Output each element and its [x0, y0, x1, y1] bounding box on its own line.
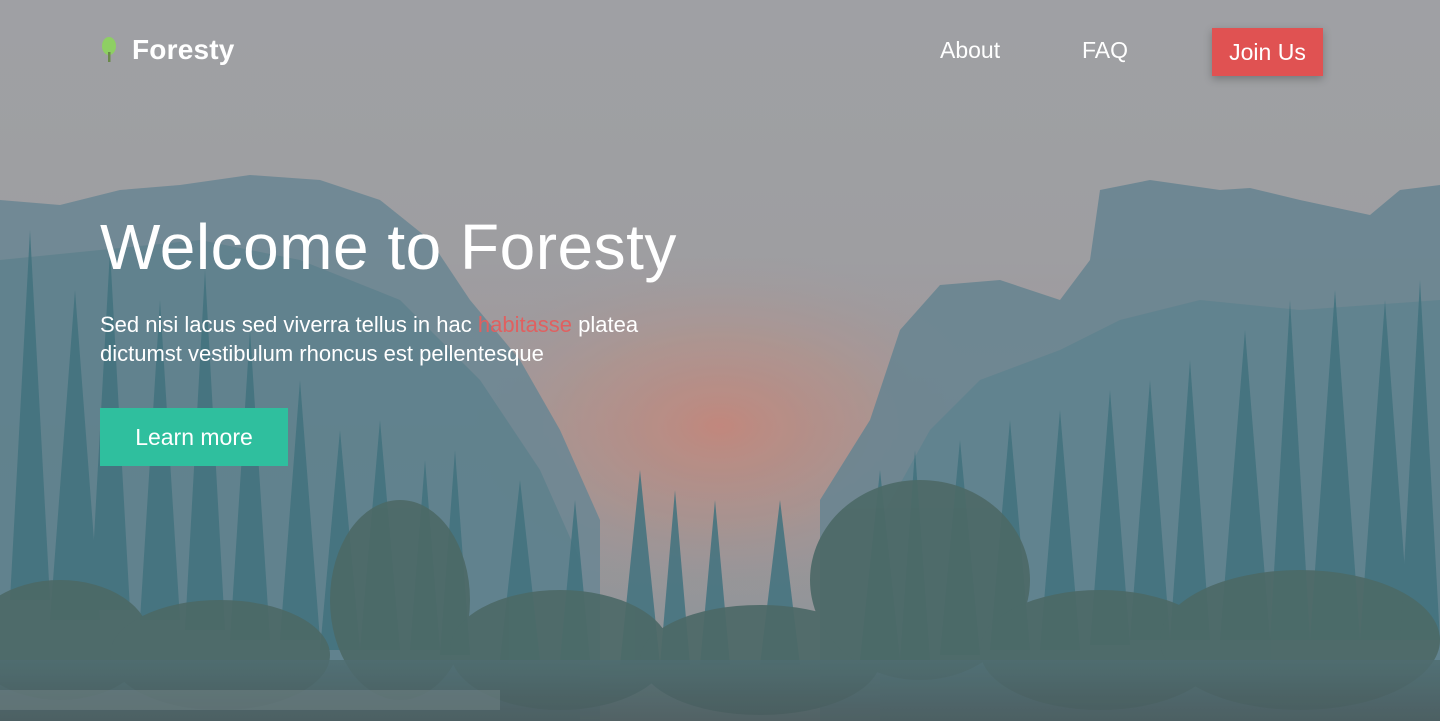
brand-logo[interactable]: Foresty [100, 34, 235, 66]
tree-icon [102, 37, 116, 62]
join-us-button[interactable]: Join Us [1212, 28, 1323, 76]
hero-subtitle-start: Sed nisi lacus sed viverra tellus in hac [100, 312, 478, 337]
learn-more-button[interactable]: Learn more [100, 408, 288, 466]
brand-name: Foresty [132, 34, 235, 65]
hero-title: Welcome to Foresty [100, 211, 677, 283]
hero-subtitle-highlight: habitasse [477, 312, 573, 337]
nav-link-faq[interactable]: FAQ [1082, 37, 1128, 64]
hero-subtitle: Sed nisi lacus sed viverra tellus in hac… [100, 310, 700, 368]
landing-page: Foresty About FAQ Join Us Welcome to For… [0, 0, 1440, 721]
nav-link-about[interactable]: About [940, 37, 1000, 64]
